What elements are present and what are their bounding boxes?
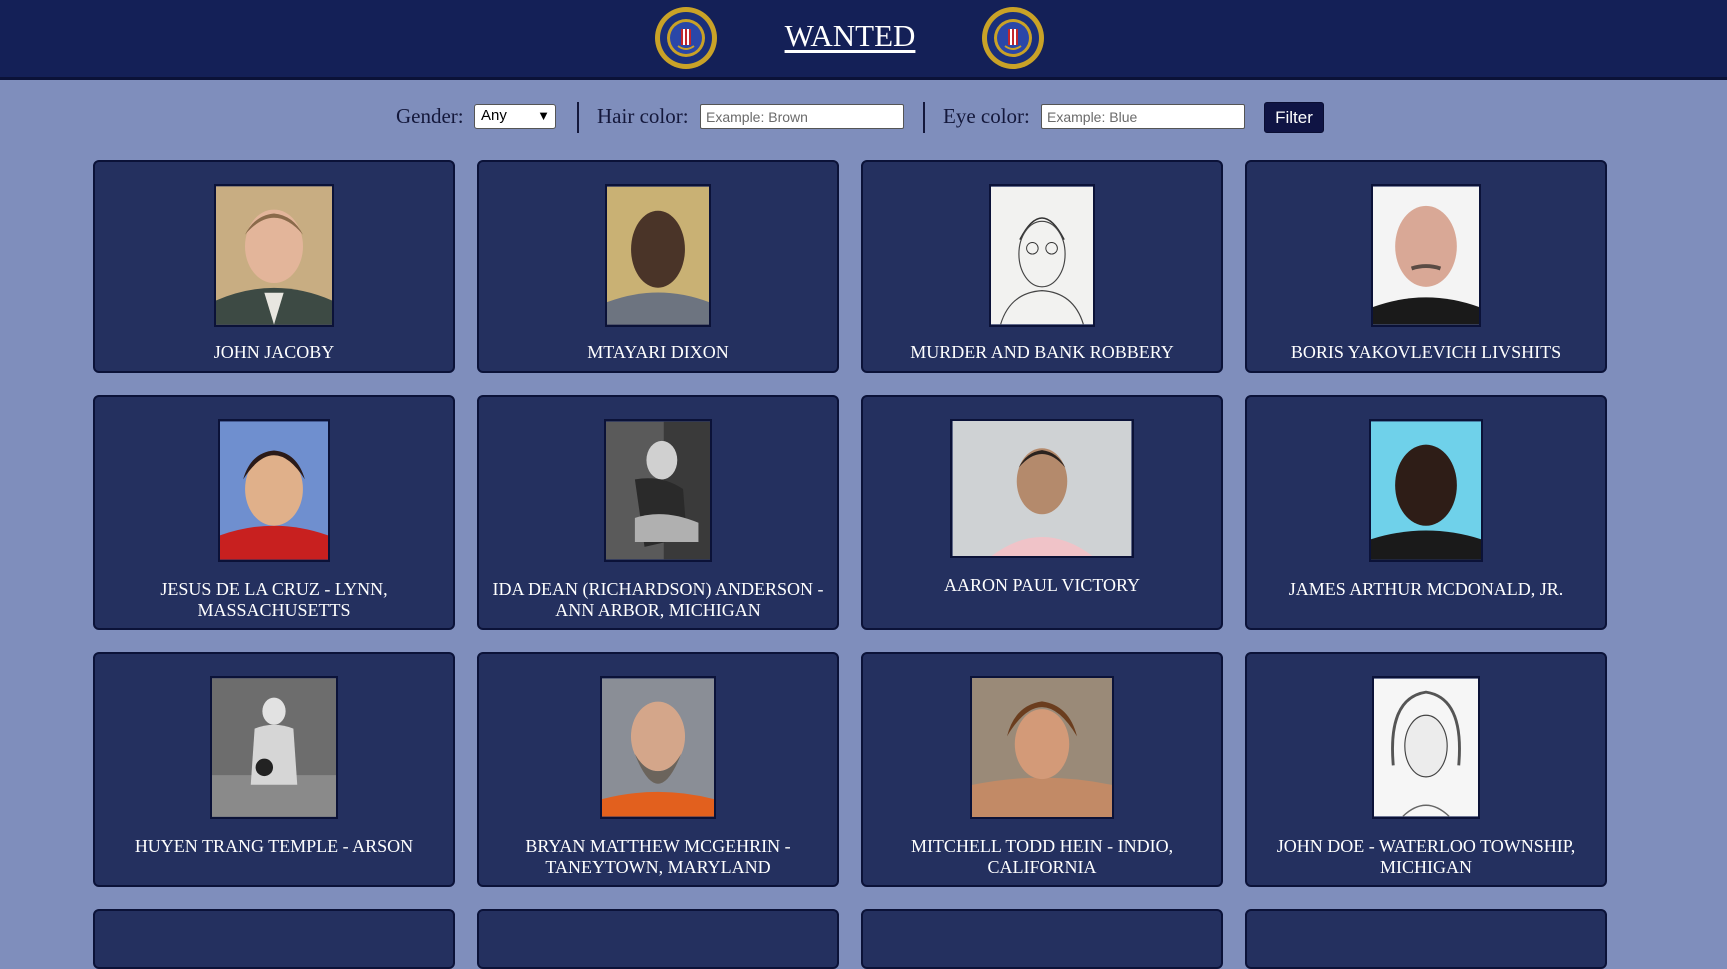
bw-photo-image	[606, 421, 710, 560]
wanted-card[interactable]: BRYAN MATTHEW MCGEHRIN - TANEYTOWN, MARY…	[477, 652, 839, 887]
gender-select-value: Any	[481, 107, 507, 124]
portrait-image	[607, 186, 709, 325]
wanted-name[interactable]: JOHN JACOBY	[105, 342, 443, 363]
portrait-image	[216, 186, 332, 325]
filter-button[interactable]: Filter	[1264, 102, 1324, 133]
wanted-photo[interactable]	[989, 184, 1095, 327]
wanted-name[interactable]: MITCHELL TODD HEIN - INDIO, CALIFORNIA	[873, 836, 1211, 878]
wanted-name[interactable]: IDA DEAN (RICHARDSON) ANDERSON - ANN ARB…	[489, 579, 827, 621]
wanted-photo[interactable]	[214, 184, 334, 327]
wanted-photo[interactable]	[970, 676, 1114, 819]
wanted-name[interactable]: HUYEN TRANG TEMPLE - ARSON	[105, 836, 443, 857]
wanted-name[interactable]: JOHN DOE - WATERLOO TOWNSHIP, MICHIGAN	[1257, 836, 1595, 878]
eye-color-label: Eye color:	[943, 104, 1030, 128]
wanted-card[interactable]: BORIS YAKOVLEVICH LIVSHITS	[1245, 160, 1607, 373]
wanted-card[interactable]: JOHN JACOBY	[93, 160, 455, 373]
wanted-name[interactable]: MTAYARI DIXON	[489, 342, 827, 363]
wanted-photo[interactable]	[218, 419, 330, 562]
filter-divider	[923, 102, 925, 133]
wanted-card[interactable]: MTAYARI DIXON	[477, 160, 839, 373]
hair-color-input[interactable]	[700, 104, 904, 129]
portrait-image	[952, 421, 1132, 556]
sketch-image	[991, 186, 1093, 325]
wanted-card[interactable]: HUYEN TRANG TEMPLE - ARSON	[93, 652, 455, 887]
gender-select[interactable]: Any ▼	[474, 104, 556, 129]
wanted-name[interactable]: JAMES ARTHUR MCDONALD, JR.	[1257, 579, 1595, 600]
filter-bar: Gender: Any ▼ Hair color: Eye color: Fil…	[0, 102, 1727, 136]
page-title[interactable]: WANTED	[700, 18, 1000, 54]
eye-color-input[interactable]	[1041, 104, 1245, 129]
wanted-card[interactable]	[93, 909, 455, 969]
wanted-name[interactable]: MURDER AND BANK ROBBERY	[873, 342, 1211, 363]
wanted-card[interactable]	[1245, 909, 1607, 969]
wanted-card[interactable]: MURDER AND BANK ROBBERY	[861, 160, 1223, 373]
portrait-image	[1373, 186, 1479, 325]
chevron-down-icon: ▼	[537, 108, 550, 123]
gender-label: Gender:	[396, 104, 464, 128]
wanted-card[interactable]: AARON PAUL VICTORY	[861, 395, 1223, 630]
filter-divider	[577, 102, 579, 133]
wanted-photo[interactable]	[600, 676, 716, 819]
wanted-card[interactable]: JESUS DE LA CRUZ - LYNN, MASSACHUSETTS	[93, 395, 455, 630]
wanted-name[interactable]: BRYAN MATTHEW MCGEHRIN - TANEYTOWN, MARY…	[489, 836, 827, 878]
wanted-name[interactable]: BORIS YAKOVLEVICH LIVSHITS	[1257, 342, 1595, 363]
hair-color-label: Hair color:	[597, 104, 689, 128]
wanted-photo[interactable]	[950, 419, 1134, 558]
wanted-name[interactable]: JESUS DE LA CRUZ - LYNN, MASSACHUSETTS	[105, 579, 443, 621]
wanted-photo[interactable]	[1372, 676, 1480, 819]
wanted-photo[interactable]	[605, 184, 711, 327]
surveillance-image	[212, 678, 336, 817]
wanted-card[interactable]	[861, 909, 1223, 969]
wanted-name[interactable]: AARON PAUL VICTORY	[873, 575, 1211, 596]
wanted-card[interactable]: IDA DEAN (RICHARDSON) ANDERSON - ANN ARB…	[477, 395, 839, 630]
site-header: WANTED	[0, 0, 1727, 80]
wanted-card[interactable]: JAMES ARTHUR MCDONALD, JR.	[1245, 395, 1607, 630]
wanted-photo[interactable]	[604, 419, 712, 562]
fbi-seal-logo-right	[982, 7, 1044, 69]
sketch-image	[1374, 678, 1478, 817]
wanted-photo[interactable]	[1369, 419, 1483, 562]
portrait-image	[602, 678, 714, 817]
wanted-card[interactable]: JOHN DOE - WATERLOO TOWNSHIP, MICHIGAN	[1245, 652, 1607, 887]
portrait-image	[220, 421, 328, 560]
wanted-card[interactable]: MITCHELL TODD HEIN - INDIO, CALIFORNIA	[861, 652, 1223, 887]
portrait-image	[972, 678, 1112, 817]
portrait-image	[1371, 421, 1481, 560]
wanted-photo[interactable]	[210, 676, 338, 819]
wanted-card[interactable]	[477, 909, 839, 969]
wanted-photo[interactable]	[1371, 184, 1481, 327]
